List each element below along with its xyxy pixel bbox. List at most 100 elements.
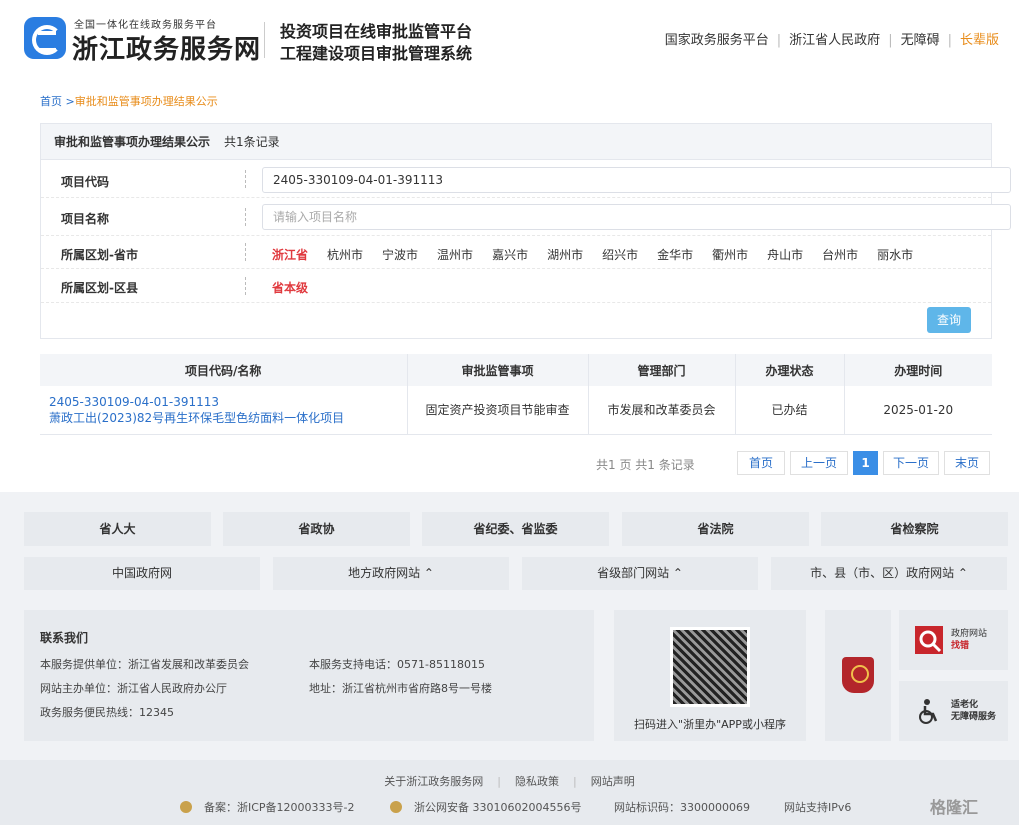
gov-site-error-report[interactable]: 政府网站 找错 — [899, 610, 1008, 670]
row-city: 所属区划-省市 浙江省 杭州市 宁波市 温州市 嘉兴市 湖州市 绍兴市 金华市 衢州市 舟山市 台州… — [41, 236, 991, 269]
link-provincial-discipline[interactable]: 省纪委、省监委 — [422, 512, 609, 546]
row-project-name: 项目名称 — [41, 198, 1011, 236]
county-label: 所属区划-区县 — [61, 281, 138, 295]
city-taizhou[interactable]: 台州市 — [822, 248, 858, 262]
county-option-provincial[interactable]: 省本级 — [272, 279, 308, 296]
pager-next-button[interactable]: 下一页 — [883, 451, 939, 475]
police-badge-icon — [180, 801, 192, 813]
breadcrumb: 首页 >审批和监管事项办理结果公示 — [40, 93, 218, 109]
row-county: 所属区划-区县 省本级 — [41, 269, 991, 303]
query-button[interactable]: 查询 — [927, 307, 971, 333]
col-project: 项目代码/名称 — [40, 354, 408, 386]
cell-dept: 市发展和改革委员会 — [588, 386, 736, 435]
police-badge-icon — [390, 801, 402, 813]
link-about[interactable]: 关于浙江政务服务网 — [384, 775, 483, 788]
col-status: 办理状态 — [735, 354, 845, 386]
site-header: 全国一体化在线政务服务平台 浙江政务服务网 投资项目在线审批监管平台 工程建设项… — [0, 0, 1019, 80]
table-row: 2405-330109-04-01-391113 萧政工出(2023)82号再生… — [40, 386, 992, 435]
project-name-input[interactable] — [262, 204, 1011, 230]
contact-phone: 本服务支持电话：0571-85118015 — [309, 658, 485, 671]
logo-title[interactable]: 浙江政务服务网 — [72, 29, 261, 66]
city-jinhua[interactable]: 金华市 — [657, 248, 693, 262]
record-count: 共1条记录 — [224, 135, 280, 149]
cell-project: 2405-330109-04-01-391113 萧政工出(2023)82号再生… — [40, 386, 408, 435]
city-zhoushan[interactable]: 舟山市 — [767, 248, 803, 262]
table-header-row: 项目代码/名称 审批监管事项 管理部门 办理状态 办理时间 — [40, 354, 992, 386]
result-table: 项目代码/名称 审批监管事项 管理部门 办理状态 办理时间 2405-33010… — [40, 354, 992, 435]
ipv6-support: 网站支持IPv6 — [784, 801, 852, 814]
contact-title: 联系我们 — [40, 631, 89, 645]
pager-info: 共1 页 共1 条记录 — [596, 458, 695, 472]
cell-time: 2025-01-20 — [844, 386, 992, 435]
qr-code-icon — [670, 627, 750, 707]
dropdown-local-gov-sites[interactable]: 地方政府网站 ⌃ — [273, 557, 509, 590]
elder-service-text: 适老化 无障碍服务 — [951, 699, 996, 723]
watermark: 格隆汇 — [930, 798, 979, 817]
pager-last-button[interactable]: 末页 — [944, 451, 990, 475]
project-code-link[interactable]: 2405-330109-04-01-391113 — [49, 394, 407, 410]
city-lishui[interactable]: 丽水市 — [877, 248, 913, 262]
label-divider — [245, 243, 246, 261]
gov-emblem-box — [825, 610, 891, 741]
badge2-line1: 适老化 — [951, 700, 979, 710]
project-code-label: 项目代码 — [61, 175, 110, 189]
city-ningbo[interactable]: 宁波市 — [382, 248, 418, 262]
qr-caption: 扫码进入"浙里办"APP或小程序 — [634, 718, 786, 731]
icp-text: 备案：浙ICP备12000333号-2 — [204, 801, 355, 814]
city-hangzhou[interactable]: 杭州市 — [327, 248, 363, 262]
police-record[interactable]: 浙公网安备 33010602004556号 — [390, 799, 581, 815]
cell-item: 固定资产投资项目节能审查 — [407, 386, 589, 435]
city-shaoxing[interactable]: 绍兴市 — [602, 248, 638, 262]
city-jiaxing[interactable]: 嘉兴市 — [492, 248, 528, 262]
link-provincial-court[interactable]: 省法院 — [622, 512, 809, 546]
city-wenzhou[interactable]: 温州市 — [437, 248, 473, 262]
pager-page-1[interactable]: 1 — [853, 451, 878, 475]
search-panel: 审批和监管事项办理结果公示共1条记录 项目代码 项目名称 所属区划-省市 浙江省… — [40, 123, 1011, 339]
dropdown-provincial-dept-sites[interactable]: 省级部门网站 ⌃ — [522, 557, 758, 590]
qr-box: 扫码进入"浙里办"APP或小程序 — [614, 610, 806, 741]
project-code-input[interactable] — [262, 167, 1011, 193]
project-name-link[interactable]: 萧政工出(2023)82号再生环保毛型色纺面料一体化项目 — [49, 410, 407, 426]
city-zhejiang[interactable]: 浙江省 — [272, 248, 308, 262]
contact-box: 联系我们 本服务提供单位：浙江省发展和改革委员会 网站主办单位：浙江省人民政府办… — [24, 610, 594, 741]
breadcrumb-home[interactable]: 首页 — [40, 95, 62, 108]
cell-status: 已办结 — [735, 386, 845, 435]
link-national-platform[interactable]: 国家政务服务平台 — [665, 33, 769, 48]
link-china-gov[interactable]: 中国政府网 — [24, 557, 260, 590]
pager-prev-button[interactable]: 上一页 — [790, 451, 848, 475]
header-divider — [264, 22, 265, 58]
contact-provider: 本服务提供单位：浙江省发展和改革委员会 — [40, 658, 249, 671]
link-provincial-procuratorate[interactable]: 省检察院 — [821, 512, 1008, 546]
link-accessibility[interactable]: 无障碍 — [901, 33, 940, 48]
dropdown-city-county-sites[interactable]: 市、县（市、区）政府网站 ⌃ — [771, 557, 1007, 590]
link-provincial-congress[interactable]: 省人大 — [24, 512, 211, 546]
city-huzhou[interactable]: 湖州市 — [547, 248, 583, 262]
link-privacy[interactable]: 隐私政策 — [515, 775, 559, 788]
link-provincial-cppcc[interactable]: 省政协 — [223, 512, 410, 546]
link-elder-mode[interactable]: 长辈版 — [960, 33, 999, 48]
city-quzhou[interactable]: 衢州市 — [712, 248, 748, 262]
col-item: 审批监管事项 — [407, 354, 589, 386]
police-text: 浙公网安备 33010602004556号 — [414, 801, 582, 814]
elder-accessibility-service[interactable]: 适老化 无障碍服务 — [899, 681, 1008, 741]
badge1-line1: 政府网站 — [951, 629, 988, 639]
link-provincial-gov[interactable]: 浙江省人民政府 — [789, 33, 880, 48]
col-time: 办理时间 — [844, 354, 992, 386]
link-statement[interactable]: 网站声明 — [591, 775, 635, 788]
zhejiang-logo-icon[interactable] — [24, 17, 66, 59]
pager-first-button[interactable]: 首页 — [737, 451, 785, 475]
wheelchair-icon — [919, 699, 938, 724]
contact-host: 网站主办单位：浙江省人民政府办公厅 — [40, 682, 227, 695]
city-list: 浙江省 杭州市 宁波市 温州市 嘉兴市 湖州市 绍兴市 金华市 衢州市 舟山市 台州市 丽水市 — [272, 246, 932, 263]
badge1-line2: 找错 — [951, 641, 970, 651]
icp-record[interactable]: 备案：浙ICP备12000333号-2 — [180, 799, 355, 815]
label-divider — [245, 277, 246, 295]
city-label: 所属区划-省市 — [61, 248, 138, 262]
panel-header: 审批和监管事项办理结果公示 共1条记录 — [41, 124, 991, 160]
party-gov-emblem-icon[interactable] — [842, 657, 874, 693]
panel-title: 审批和监管事项办理结果公示 — [54, 135, 211, 149]
system-title-1: 投资项目在线审批监管平台 — [280, 22, 473, 41]
error-report-text: 政府网站 找错 — [951, 628, 987, 652]
breadcrumb-current: 审批和监管事项办理结果公示 — [74, 95, 218, 108]
badge2-line2: 无障碍服务 — [951, 712, 997, 722]
